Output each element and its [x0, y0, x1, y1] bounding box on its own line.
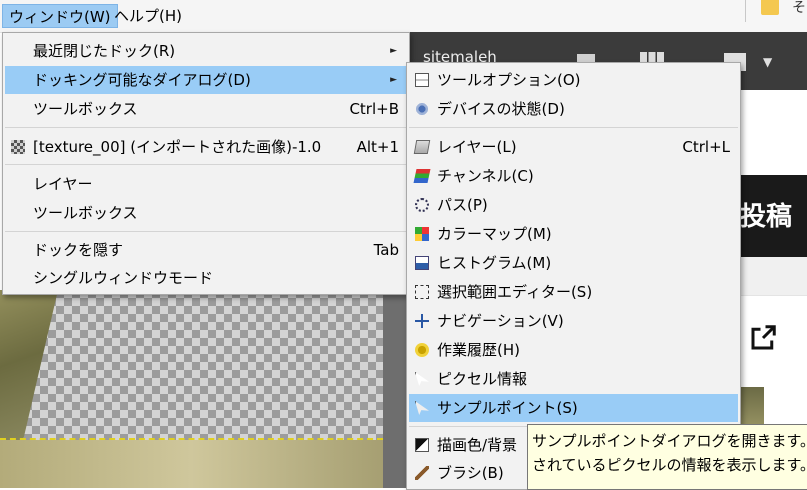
menu-item-toolbox[interactable]: ツールボックス Ctrl+B — [5, 95, 407, 123]
sample-point-icon — [415, 401, 429, 415]
menu-item-selection-editor[interactable]: 選択範囲エディター(S) — [409, 278, 738, 306]
menu-item-label: サンプルポイント(S) — [437, 399, 578, 417]
menu-item-pointer-info[interactable]: ピクセル情報 — [409, 365, 738, 393]
menu-help[interactable]: ヘルプ(H) — [108, 4, 188, 28]
menu-item-shortcut: Tab — [373, 241, 399, 259]
menubar: ウィンドウ(W) ヘルプ(H) — [0, 0, 410, 33]
toolbar-divider — [745, 0, 746, 22]
device-status-icon — [415, 102, 429, 116]
menu-item-shortcut: Ctrl+B — [349, 100, 399, 118]
menu-separator — [5, 164, 407, 165]
menu-item-label: ヒストグラム(M) — [437, 254, 552, 272]
menu-item-label: レイヤー — [33, 175, 93, 193]
menu-item-label: ツールボックス — [33, 100, 138, 118]
menu-item-layers-dock[interactable]: レイヤー — [5, 170, 407, 198]
menu-item-channels[interactable]: チャンネル(C) — [409, 162, 738, 190]
menu-item-shortcut: Alt+1 — [356, 138, 399, 156]
layers-icon — [413, 140, 431, 154]
menu-item-label: チャンネル(C) — [437, 167, 534, 185]
menu-item-colormap[interactable]: カラーマップ(M) — [409, 220, 738, 248]
tool-options-icon — [415, 73, 429, 87]
menu-item-label: シングルウィンドウモード — [33, 269, 214, 287]
menu-item-label: ドックを隠す — [33, 241, 124, 259]
submenu-arrow-icon: ► — [390, 75, 397, 85]
menu-item-paths[interactable]: パス(P) — [409, 191, 738, 219]
navigation-icon — [415, 314, 429, 328]
menu-item-label: 選択範囲エディター(S) — [437, 283, 593, 301]
menu-item-device-status[interactable]: デバイスの状態(D) — [409, 95, 738, 123]
menu-item-shortcut: Ctrl+L — [682, 138, 730, 156]
menu-item-label: ナビゲーション(V) — [437, 312, 564, 330]
brushes-icon — [415, 466, 429, 480]
menu-item-label: 作業履歴(H) — [437, 341, 520, 359]
menu-item-navigation[interactable]: ナビゲーション(V) — [409, 307, 738, 335]
folder-label[interactable]: そ — [792, 0, 806, 17]
menu-item-label: ブラシ(B) — [437, 464, 504, 482]
menu-item-label: ツールオプション(O) — [437, 71, 581, 89]
menu-item-hide-docks[interactable]: ドックを隠す Tab — [5, 236, 407, 264]
menu-item-layers[interactable]: レイヤー(L) Ctrl+L — [409, 133, 738, 161]
menu-window[interactable]: ウィンドウ(W) — [2, 4, 118, 28]
menu-item-label: 最近閉じたドック(R) — [33, 42, 176, 60]
tooltip-line: されているピクセルの情報を表示します。 — [532, 456, 807, 474]
menu-item-tool-options[interactable]: ツールオプション(O) — [409, 66, 738, 94]
menu-item-image-texture[interactable]: [texture_00] (インポートされた画像)-1.0 Alt+1 — [5, 133, 407, 161]
chevron-down-icon[interactable]: ▼ — [763, 55, 772, 69]
menu-item-dockable-dialogs[interactable]: ドッキング可能なダイアログ(D) ► — [5, 66, 407, 94]
channels-icon — [413, 169, 431, 183]
menu-item-label: パス(P) — [437, 196, 488, 214]
paths-icon — [415, 198, 429, 212]
menu-item-label: ドッキング可能なダイアログ(D) — [33, 71, 251, 89]
external-link-icon[interactable] — [748, 323, 778, 353]
page-gap — [740, 257, 807, 295]
undo-history-icon — [415, 343, 429, 357]
menu-item-label: レイヤー(L) — [437, 138, 517, 156]
folder-icon[interactable] — [761, 0, 779, 15]
menu-separator — [5, 231, 407, 232]
menu-item-single-window-mode[interactable]: シングルウィンドウモード — [5, 264, 407, 292]
post-banner-label[interactable]: 投稿 — [740, 196, 792, 233]
menu-separator — [5, 127, 407, 128]
menu-item-label: カラーマップ(M) — [437, 225, 552, 243]
texture-image-bottom — [0, 440, 383, 488]
menu-separator — [409, 127, 738, 128]
menu-item-undo-history[interactable]: 作業履歴(H) — [409, 336, 738, 364]
browser-toolbar — [410, 0, 807, 33]
selection-editor-icon — [415, 285, 429, 299]
page-area — [740, 90, 807, 175]
submenu-arrow-icon: ► — [390, 46, 397, 56]
colormap-icon — [415, 227, 429, 241]
window-menu: 最近閉じたドック(R) ► ドッキング可能なダイアログ(D) ► ツールボックス… — [2, 32, 410, 295]
menu-item-label: 描画色/背景 — [437, 436, 518, 454]
menu-item-label: [texture_00] (インポートされた画像)-1.0 — [33, 138, 322, 156]
histogram-icon — [415, 256, 429, 270]
sample-points-tooltip: サンプルポイントダイアログを開きます。サ されているピクセルの情報を表示します。 — [527, 424, 807, 490]
menu-item-label: ツールボックス — [33, 204, 138, 222]
menu-item-histogram[interactable]: ヒストグラム(M) — [409, 249, 738, 277]
menu-item-label: ピクセル情報 — [437, 370, 528, 388]
selection-marching-ants — [0, 438, 383, 440]
image-thumbnail-icon — [11, 140, 25, 154]
menu-item-toolbox-dock[interactable]: ツールボックス — [5, 199, 407, 227]
pointer-icon — [415, 372, 429, 386]
tooltip-line: サンプルポイントダイアログを開きます。サ — [532, 432, 807, 450]
fg-bg-colors-icon — [415, 438, 429, 452]
menu-item-recently-closed-docks[interactable]: 最近閉じたドック(R) ► — [5, 37, 407, 65]
menu-item-label: デバイスの状態(D) — [437, 100, 565, 118]
menu-item-sample-points[interactable]: サンプルポイント(S) — [409, 394, 738, 422]
